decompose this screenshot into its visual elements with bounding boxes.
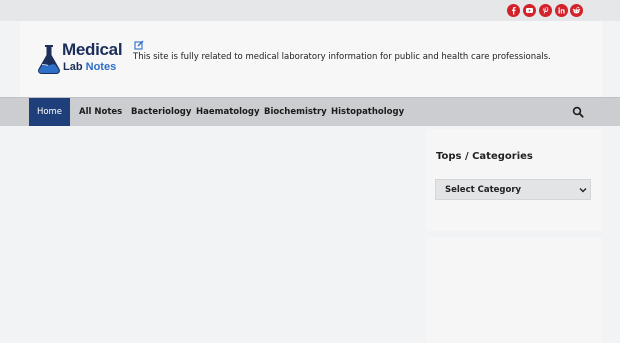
sidebar-widget-empty bbox=[426, 237, 602, 343]
chevron-down-icon bbox=[579, 188, 587, 193]
nav-item-histopathology[interactable]: Histopathology bbox=[331, 98, 404, 126]
pinterest-icon[interactable] bbox=[539, 4, 552, 17]
top-bar bbox=[0, 0, 620, 21]
nav-item-bacteriology[interactable]: Bacteriology bbox=[131, 98, 191, 126]
site-tagline: This site is fully related to medical la… bbox=[133, 52, 551, 62]
site-header: Medical Lab Notes This site is fully rel… bbox=[20, 21, 602, 97]
logo-text-medical: Medical bbox=[62, 40, 123, 59]
logo-text-lab-notes: Lab Notes bbox=[63, 61, 117, 73]
facebook-icon[interactable] bbox=[507, 4, 520, 17]
site-logo[interactable]: Medical Lab Notes bbox=[36, 40, 146, 84]
category-select[interactable]: Select Category bbox=[435, 179, 591, 200]
linkedin-icon[interactable] bbox=[555, 4, 568, 17]
categories-widget: Tops / Categories Select Category bbox=[426, 129, 602, 231]
nav-item-haematology[interactable]: Haematology bbox=[196, 98, 260, 126]
search-icon[interactable] bbox=[572, 106, 584, 118]
widget-title: Tops / Categories bbox=[436, 151, 533, 162]
nav-item-home[interactable]: Home bbox=[29, 98, 70, 126]
main-navigation: Home All Notes Bacteriology Haematology … bbox=[0, 97, 620, 126]
youtube-icon[interactable] bbox=[523, 4, 536, 17]
flask-icon bbox=[38, 45, 60, 74]
category-select-value: Select Category bbox=[445, 185, 522, 195]
nav-item-biochemistry[interactable]: Biochemistry bbox=[264, 98, 327, 126]
edit-icon bbox=[134, 40, 144, 50]
reddit-icon[interactable] bbox=[570, 4, 583, 17]
nav-item-all-notes[interactable]: All Notes bbox=[79, 98, 122, 126]
